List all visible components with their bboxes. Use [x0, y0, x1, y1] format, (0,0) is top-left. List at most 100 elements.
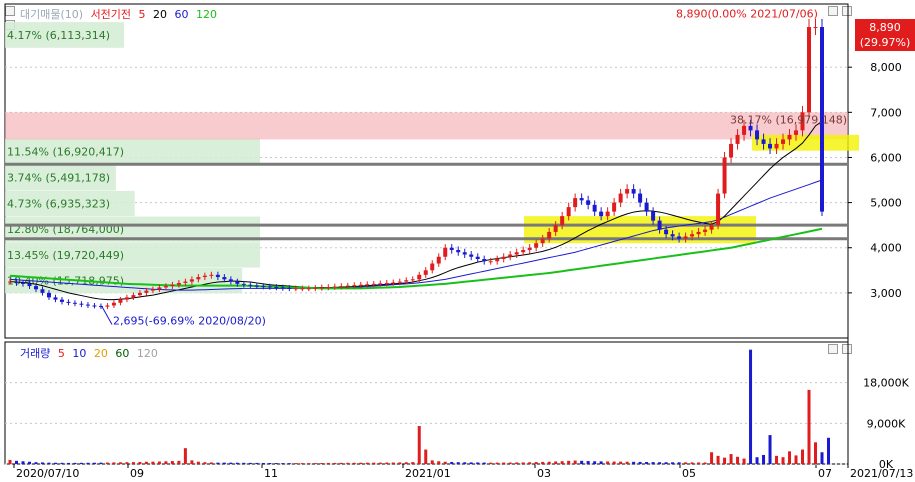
candle-body — [267, 286, 272, 288]
candle-body — [27, 283, 32, 287]
candle-body — [300, 288, 305, 290]
candle-body — [254, 285, 259, 287]
candle-body — [85, 304, 90, 306]
candle-body — [703, 229, 708, 232]
x-axis-label: 03 — [537, 467, 551, 480]
candle-body — [59, 299, 64, 302]
volume-bar — [307, 463, 311, 464]
candle-body — [534, 243, 539, 248]
candle-body — [8, 281, 12, 283]
candle-body — [566, 207, 571, 217]
candle-body — [560, 216, 565, 226]
volume-bar — [222, 462, 226, 464]
volume-profile-label: 13.45% (19,720,449) — [7, 249, 124, 262]
volume-bar — [398, 462, 402, 464]
candle-body — [150, 289, 155, 291]
price-tick-label: 8,000 — [870, 61, 902, 74]
volume-bar — [554, 461, 558, 464]
volume-bar — [112, 462, 116, 464]
volume-bar — [138, 461, 142, 464]
candle-body — [657, 220, 662, 230]
candle-body — [79, 303, 84, 305]
volume-profile-label: 4.73% (6,935,323) — [7, 197, 110, 210]
volume-bar — [716, 455, 720, 464]
volume-bar — [320, 463, 324, 464]
volume-bar — [170, 461, 174, 464]
volume-bar — [567, 460, 571, 464]
candle-body — [807, 27, 812, 113]
volume-bar — [632, 461, 636, 464]
volume-bar — [274, 463, 278, 464]
volume-tick-label: 0K — [879, 458, 894, 471]
candle-body — [495, 259, 500, 262]
candle-body — [683, 236, 688, 239]
candle-body — [709, 225, 714, 230]
candle-body — [651, 211, 656, 221]
volume-bar — [580, 460, 584, 464]
volume-bar — [781, 457, 785, 464]
candle-body — [579, 198, 584, 201]
candle-body — [469, 254, 474, 257]
candle-body — [137, 292, 142, 296]
x-axis-label: 2021/01 — [405, 467, 451, 480]
volume-bar — [671, 462, 675, 464]
candle-body — [456, 249, 461, 253]
candle-body — [14, 281, 19, 283]
candle-body — [371, 283, 376, 285]
volume-bar — [723, 457, 727, 464]
candle-body — [670, 234, 675, 237]
candle-body — [742, 125, 747, 135]
volume-bar — [99, 462, 103, 464]
volume-bar — [157, 461, 161, 464]
volume-bar — [333, 462, 337, 464]
volume-bar — [437, 461, 441, 464]
volume-bar — [625, 461, 629, 464]
candle-body — [365, 284, 370, 286]
candle-body — [293, 288, 298, 290]
candle-body — [787, 134, 792, 140]
volume-bar — [177, 460, 181, 464]
candle-body — [46, 292, 51, 298]
volume-bar — [430, 460, 434, 464]
candle-body — [475, 256, 480, 260]
volume-bar — [450, 461, 454, 464]
volume-bar — [703, 462, 707, 464]
volume-bar — [125, 462, 129, 464]
candle-body — [625, 189, 630, 194]
volume-bar — [313, 463, 317, 464]
volume-bar — [755, 457, 759, 464]
candle-body — [274, 286, 279, 288]
candle-body — [163, 286, 168, 288]
high-annotation: 8,890(0.00% 2021/07/06) — [676, 8, 818, 21]
volume-bar — [66, 462, 70, 464]
candle-body — [53, 297, 58, 300]
volume-bar — [775, 455, 779, 464]
volume-bar — [638, 461, 642, 464]
volume-bar — [801, 449, 805, 464]
volume-bar — [404, 462, 408, 464]
volume-bar — [73, 462, 77, 464]
volume-bar — [599, 461, 603, 464]
volume-bar — [203, 462, 207, 464]
volume-bar — [144, 461, 148, 464]
candle-body — [508, 254, 513, 257]
candle-body — [735, 134, 740, 144]
candle-body — [339, 286, 344, 288]
volume-bar — [92, 462, 96, 464]
volume-bar — [788, 451, 792, 464]
volume-bar — [372, 462, 376, 464]
volume-bar — [79, 462, 83, 464]
candle-body — [462, 252, 467, 255]
candle-body — [20, 282, 25, 284]
chart-canvas[interactable]: 8,000 7,000 6,000 5,000 4,000 3,000 4.17% (6,1… — [0, 0, 915, 482]
volume-bar — [21, 461, 25, 464]
volume-bar — [762, 454, 766, 464]
candle-body — [729, 143, 734, 158]
volume-bar — [359, 462, 363, 464]
volume-bar — [541, 461, 545, 464]
candle-body — [638, 193, 643, 203]
volume-bar — [190, 460, 194, 464]
candle-body — [287, 287, 292, 289]
volume-bar — [593, 461, 597, 464]
candle-body — [677, 236, 682, 239]
